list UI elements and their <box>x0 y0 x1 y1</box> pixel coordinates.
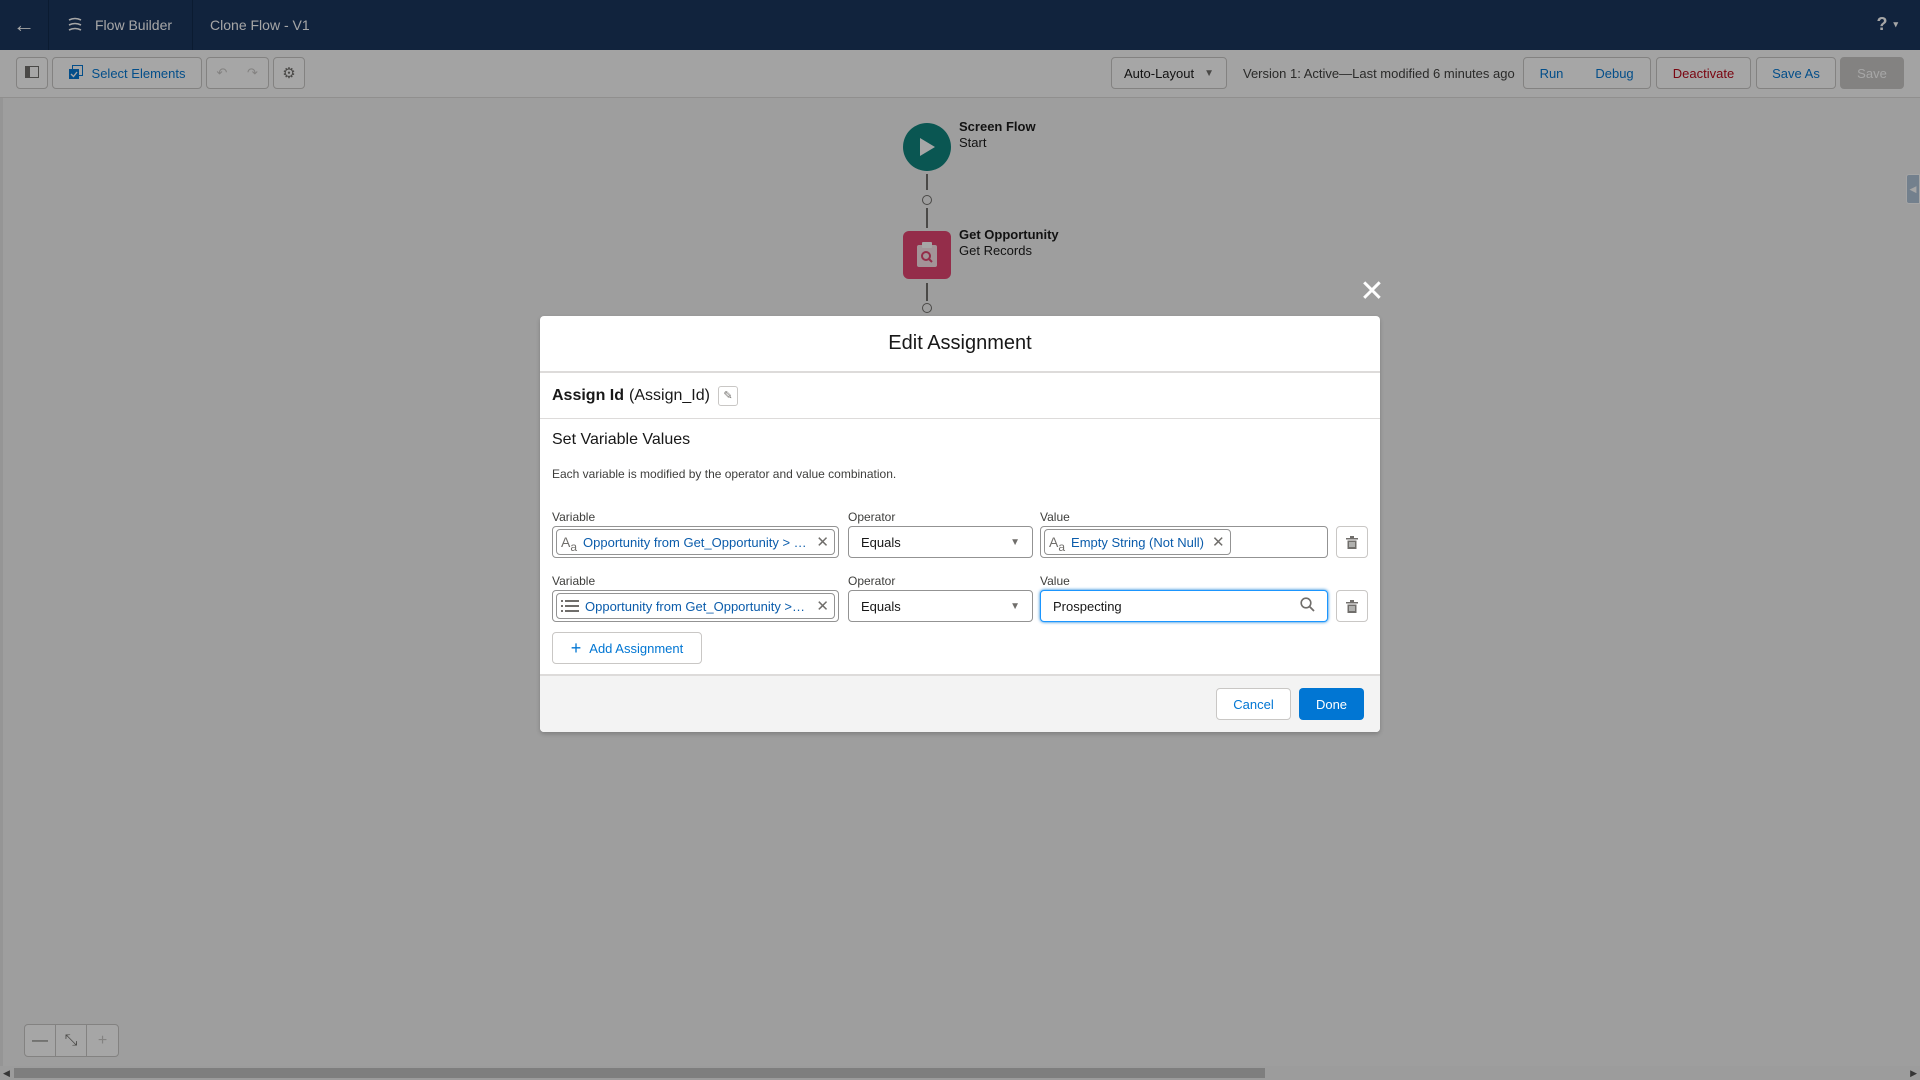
variable-value: Opportunity from Get_Opportunity > O... <box>583 534 809 550</box>
plus-icon: + <box>570 637 582 658</box>
add-assignment-label: Add Assignment <box>589 640 684 656</box>
element-label: Assign Id <box>552 386 625 404</box>
value-label: Value <box>1040 510 1070 524</box>
element-name-row: Assign Id (Assign_Id) ✎ <box>540 373 1380 419</box>
value-label: Value <box>1040 574 1070 588</box>
delete-row-button[interactable] <box>1336 590 1368 622</box>
variable-field[interactable]: Opportunity from Get_Opportunity > S... … <box>552 590 839 622</box>
operator-select[interactable]: Equals ▼ <box>848 590 1033 622</box>
clear-variable-button[interactable]: ✕ <box>816 597 829 615</box>
modal-body: Set Variable Values Each variable is mod… <box>540 419 1380 676</box>
value-pill-text: Empty String (Not Null) <box>1071 534 1204 550</box>
section-title: Set Variable Values <box>552 431 691 448</box>
value-input-text: Prospecting <box>1053 598 1122 614</box>
modal-footer: Cancel Done <box>540 674 1380 732</box>
element-api-name: (Assign_Id) <box>629 386 710 404</box>
edit-assignment-modal: Edit Assignment Assign Id (Assign_Id) ✎ … <box>540 316 1380 732</box>
clear-value-button[interactable]: ✕ <box>1212 533 1225 551</box>
value-input[interactable]: Prospecting <box>1040 590 1328 622</box>
text-type-icon: Aa <box>561 534 578 554</box>
trash-icon <box>1346 535 1358 549</box>
picklist-type-icon <box>561 599 579 613</box>
variable-label: Variable <box>552 510 596 524</box>
chevron-down-icon: ▼ <box>1010 536 1020 548</box>
operator-value: Equals <box>861 534 901 550</box>
variable-pill: Aa Opportunity from Get_Opportunity > O.… <box>556 529 835 555</box>
modal-header: Edit Assignment <box>540 316 1380 373</box>
section-description: Each variable is modified by the operato… <box>552 467 897 481</box>
pencil-icon: ✎ <box>723 390 733 402</box>
operator-select[interactable]: Equals ▼ <box>848 526 1033 558</box>
value-field[interactable]: Aa Empty String (Not Null) ✕ <box>1040 526 1328 558</box>
modal-close-button[interactable]: ✕ <box>1358 275 1386 308</box>
variable-label: Variable <box>552 574 596 588</box>
variable-field[interactable]: Aa Opportunity from Get_Opportunity > O.… <box>552 526 839 558</box>
done-button[interactable]: Done <box>1299 688 1364 720</box>
variable-value: Opportunity from Get_Opportunity > S... <box>585 598 809 614</box>
text-type-icon: Aa <box>1049 534 1066 554</box>
chevron-down-icon: ▼ <box>1010 600 1020 612</box>
operator-label: Operator <box>848 510 896 524</box>
operator-value: Equals <box>861 598 901 614</box>
close-icon: ✕ <box>1359 275 1385 308</box>
clear-variable-button[interactable]: ✕ <box>816 533 829 551</box>
variable-pill: Opportunity from Get_Opportunity > S... … <box>556 593 835 619</box>
cancel-button[interactable]: Cancel <box>1216 688 1291 720</box>
search-icon <box>1300 596 1315 616</box>
operator-label: Operator <box>848 574 896 588</box>
modal-title: Edit Assignment <box>888 332 1032 354</box>
value-pill: Aa Empty String (Not Null) ✕ <box>1044 529 1231 555</box>
trash-icon <box>1346 599 1358 613</box>
edit-properties-button[interactable]: ✎ <box>717 385 738 406</box>
add-assignment-button[interactable]: + Add Assignment <box>552 632 702 664</box>
delete-row-button[interactable] <box>1336 526 1368 558</box>
